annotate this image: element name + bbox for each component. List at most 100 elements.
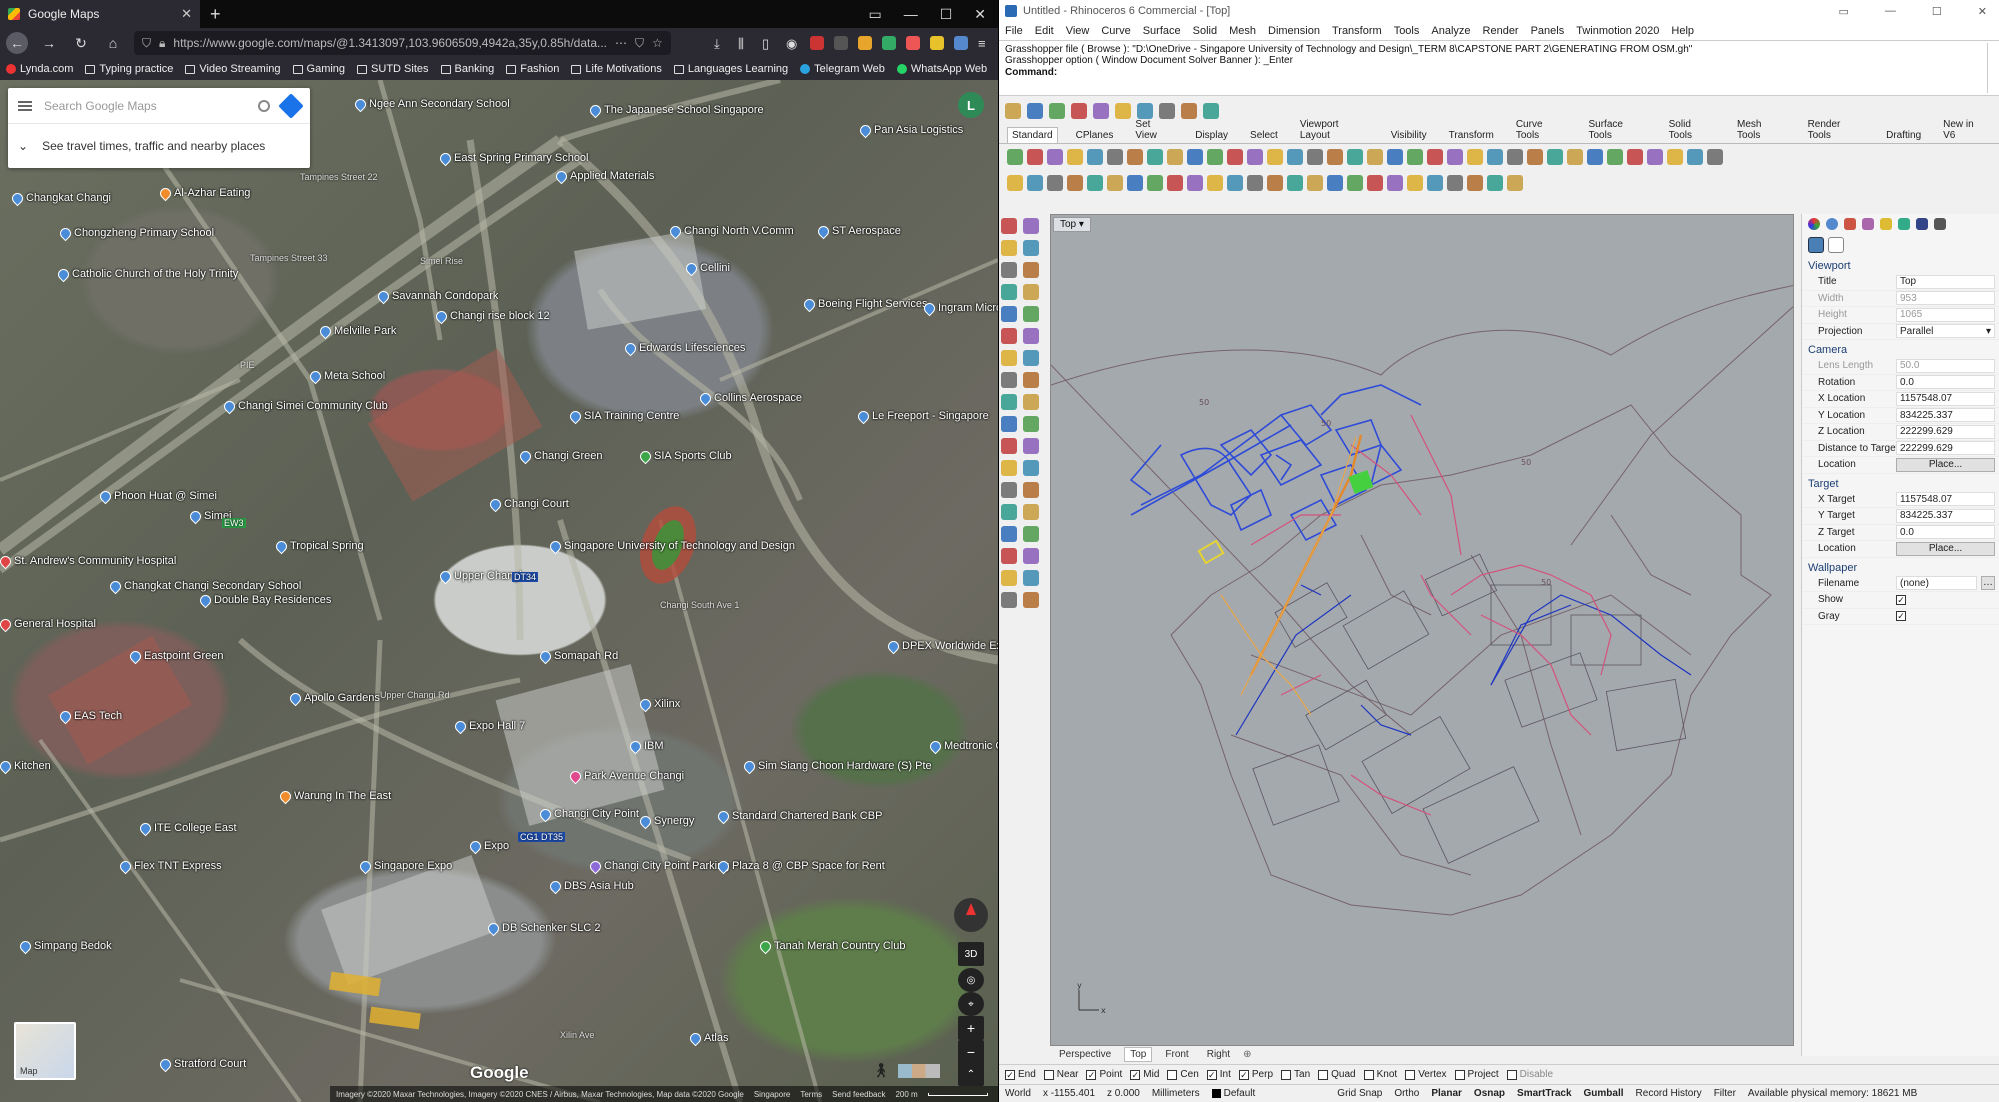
expand-icon[interactable]: ⌃ — [958, 1062, 984, 1086]
osnap-checkbox[interactable]: ✓ — [1086, 1069, 1097, 1080]
send-feedback-link[interactable]: Send feedback — [832, 1090, 885, 1099]
side-tool-icon[interactable] — [1023, 240, 1039, 256]
standard-tool-icon[interactable] — [1227, 149, 1243, 165]
title-field[interactable]: Top — [1896, 274, 1995, 289]
gray-checkbox[interactable]: ✓ — [1896, 611, 1906, 622]
side-tool-icon[interactable] — [1023, 570, 1039, 586]
terms-link[interactable]: Terms — [800, 1090, 822, 1099]
ortho-toggle[interactable]: Ortho — [1394, 1088, 1419, 1099]
map-place[interactable]: Changi City Point — [537, 806, 639, 822]
properties-tab-icon[interactable] — [1808, 218, 1820, 230]
side-tool-icon[interactable] — [1001, 592, 1017, 608]
sidebar-icon[interactable]: ▯ — [762, 36, 776, 51]
browse-button[interactable]: … — [1981, 576, 1995, 591]
map-place[interactable]: Catholic Church of the Holy Trinity — [55, 266, 238, 282]
toolbar-tab[interactable]: CPlanes — [1072, 128, 1118, 143]
map-place[interactable]: Medtronic Operations — [927, 738, 998, 754]
toolbar-tab[interactable]: Select — [1246, 128, 1282, 143]
side-tool-icon[interactable] — [1023, 262, 1039, 278]
map-place[interactable]: DPEX Worldwide Express (S) Pte — [885, 638, 998, 654]
osnap-option[interactable]: Quad — [1318, 1069, 1356, 1080]
side-tool-icon[interactable] — [1001, 350, 1017, 366]
back-button[interactable]: ← — [6, 32, 28, 54]
tab-google-maps[interactable]: Google Maps ✕ — [0, 0, 200, 28]
chevron-down-icon[interactable]: ⌄ — [18, 139, 28, 153]
standard-tool-icon[interactable] — [1087, 149, 1103, 165]
tool-icon[interactable] — [1287, 175, 1303, 191]
map-place[interactable]: Changkat Changi — [9, 190, 111, 206]
bookmark-item[interactable]: SUTD Sites — [357, 63, 429, 75]
map-place[interactable]: Somapah Rd — [537, 648, 618, 664]
menu-icon[interactable] — [18, 100, 32, 111]
standard-tool-icon[interactable] — [1027, 149, 1043, 165]
filter-toggle[interactable]: Filter — [1714, 1088, 1736, 1099]
map-place[interactable]: Boeing Flight Services — [801, 296, 927, 312]
bookmark-item[interactable]: Typing practice — [85, 63, 173, 75]
globe-icon[interactable]: ◎ — [958, 968, 984, 992]
standard-tool-icon[interactable] — [1147, 149, 1163, 165]
downloads-icon[interactable]: ⤓ — [714, 36, 728, 51]
tool-icon[interactable] — [1227, 175, 1243, 191]
menu-icon[interactable]: ≡ — [978, 36, 992, 51]
side-tool-icon[interactable] — [1001, 372, 1017, 388]
standard-tool-icon[interactable] — [1047, 149, 1063, 165]
imagery-thumbnails[interactable] — [898, 1064, 940, 1078]
standard-tool-icon[interactable] — [1287, 149, 1303, 165]
map-place[interactable]: Changi Green — [517, 448, 603, 464]
camera-icon[interactable] — [1808, 237, 1824, 253]
pegman-icon[interactable]: 🚶︎ — [872, 1062, 890, 1079]
map-place[interactable]: Meta School — [307, 368, 385, 384]
map-place[interactable]: Pan Asia Logistics — [857, 122, 963, 138]
map-place[interactable]: Singapore University of Technology and D… — [547, 538, 795, 554]
standard-tool-icon[interactable] — [1687, 149, 1703, 165]
map-place[interactable]: Changi North V.Comm — [667, 223, 794, 239]
osnap-option[interactable]: Knot — [1363, 1069, 1397, 1080]
standard-tool-icon[interactable] — [1607, 149, 1623, 165]
toolbar-tool-icon[interactable] — [1049, 103, 1065, 119]
extension-icon[interactable] — [834, 36, 848, 50]
map-place[interactable]: Changi City Point Parking — [587, 858, 729, 874]
library-icon[interactable]: ⫼ — [738, 36, 752, 51]
side-tool-icon[interactable] — [1023, 482, 1039, 498]
map-place[interactable]: Park Avenue Changi — [567, 768, 684, 784]
map-place[interactable]: Tropical Spring — [273, 538, 364, 554]
bookmark-item[interactable]: WhatsApp Web — [896, 63, 987, 75]
tool-icon[interactable] — [1187, 175, 1203, 191]
map-place[interactable]: Plaza 8 @ CBP Space for Rent — [715, 858, 885, 874]
side-tool-icon[interactable] — [1001, 284, 1017, 300]
region-link[interactable]: Singapore — [754, 1090, 790, 1099]
toolbar-tab[interactable]: Render Tools — [1804, 117, 1869, 143]
rotation-field[interactable]: 0.0 — [1896, 375, 1995, 390]
map-place[interactable]: Le Freeport - Singapore — [855, 408, 989, 424]
menu-item[interactable]: Render — [1483, 25, 1519, 37]
osnap-toggle[interactable]: Osnap — [1474, 1088, 1505, 1099]
map-place[interactable]: Xilinx — [637, 696, 680, 712]
toolbar-tool-icon[interactable] — [1137, 103, 1153, 119]
map-place[interactable]: Cellini — [683, 260, 730, 276]
tool-icon[interactable] — [1447, 175, 1463, 191]
extension-icon[interactable] — [930, 36, 944, 50]
osnap-checkbox[interactable] — [1506, 1069, 1517, 1080]
osnap-checkbox[interactable]: ✓ — [1238, 1069, 1249, 1080]
viewport-tab[interactable]: Perspective — [1054, 1048, 1116, 1061]
map-place[interactable]: Kitchen — [0, 758, 51, 774]
command-prompt[interactable]: Command: — [1005, 67, 1993, 78]
side-tool-icon[interactable] — [1023, 284, 1039, 300]
y-target-field[interactable]: 834225.337 — [1896, 508, 1995, 523]
map-place[interactable]: SIA Sports Club — [637, 448, 732, 464]
layer-indicator[interactable]: Default — [1211, 1088, 1255, 1099]
cplane-label[interactable]: World — [1005, 1088, 1031, 1099]
side-tool-icon[interactable] — [1001, 438, 1017, 454]
standard-tool-icon[interactable] — [1167, 149, 1183, 165]
map-place[interactable]: Changi Simei Community Club — [221, 398, 388, 414]
viewport-tab[interactable]: Right — [1202, 1048, 1235, 1061]
tool-icon[interactable] — [1367, 175, 1383, 191]
map-place[interactable]: East Spring Primary School — [437, 150, 589, 166]
standard-tool-icon[interactable] — [1667, 149, 1683, 165]
side-tool-icon[interactable] — [1001, 240, 1017, 256]
tool-icon[interactable] — [1487, 175, 1503, 191]
map-place[interactable]: ITE College East — [137, 820, 237, 836]
extension-icon[interactable] — [858, 36, 872, 50]
url-bar[interactable]: ⛉ 🔒︎ https://www.google.com/maps/@1.3413… — [134, 31, 671, 55]
menu-item[interactable]: View — [1066, 25, 1090, 37]
